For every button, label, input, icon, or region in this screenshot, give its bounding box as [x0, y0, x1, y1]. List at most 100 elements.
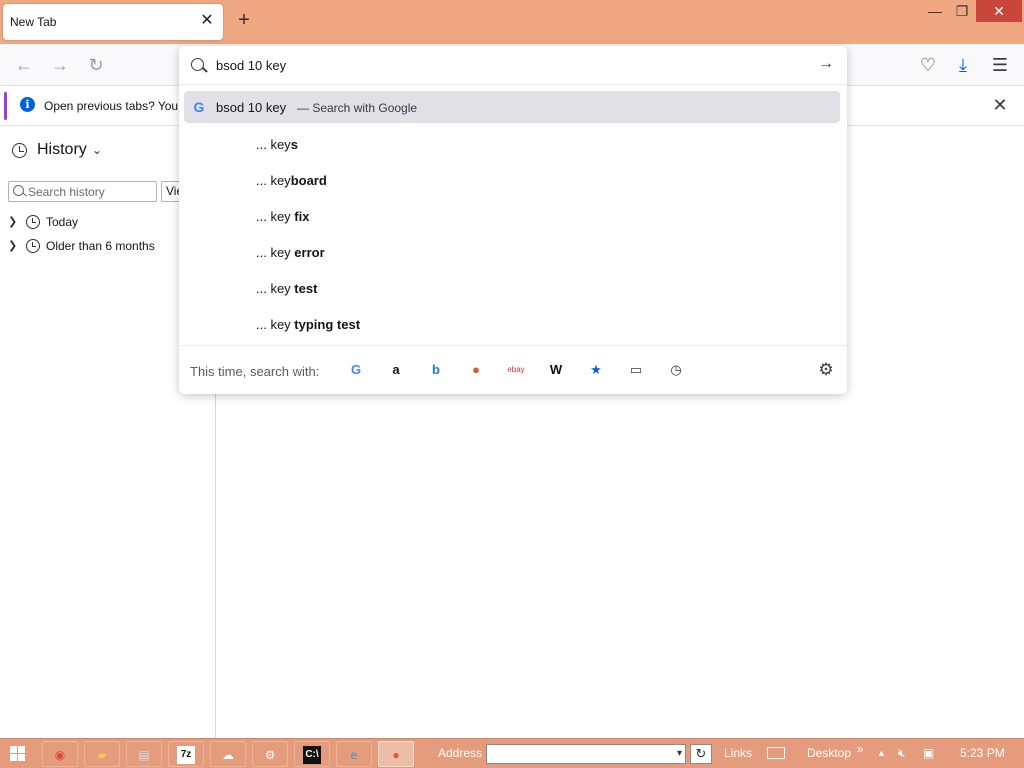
one-off-search-label: This time, search with: — [190, 364, 320, 379]
onedrive-taskbar-icon: ☁ — [222, 747, 234, 762]
history-group-label: Today — [46, 215, 79, 229]
result-action: — Search with Google — [297, 101, 418, 115]
address-toolbar-label: Address — [438, 746, 483, 760]
notification-text: Open previous tabs? You — [44, 99, 179, 113]
expand-arrow-icon[interactable]: ❯ — [8, 239, 17, 252]
ie-taskbar-icon: e — [350, 747, 358, 762]
suggestion-prefix: ... key — [256, 317, 295, 332]
clock-time[interactable]: 5:23 PM — [960, 746, 1005, 760]
reload-icon[interactable]: ↻ — [86, 55, 106, 75]
google-icon[interactable]: G — [345, 360, 367, 380]
menu-icon[interactable]: ☰ — [990, 55, 1010, 75]
firefox-taskbar-button[interactable]: ● — [378, 741, 414, 767]
suggestion-row[interactable]: ... key typing test — [256, 317, 360, 335]
notification-accent — [4, 92, 7, 120]
links-toolbar-label[interactable]: Links — [724, 746, 752, 760]
bookmarks-star-icon[interactable]: ★ — [585, 360, 607, 380]
tabs-icon[interactable]: ▭ — [625, 360, 647, 380]
ebay-icon[interactable]: ebay — [505, 360, 527, 380]
history-group-label: Older than 6 months — [46, 239, 155, 253]
search-icon — [13, 185, 24, 196]
file-explorer-taskbar-icon: ▰ — [97, 747, 107, 762]
suggestion-prefix: ... key — [256, 281, 295, 296]
notepad-taskbar-button[interactable]: ▤ — [126, 741, 162, 767]
history-search-box[interactable] — [8, 181, 157, 202]
divider — [179, 84, 847, 85]
back-icon[interactable]: ← — [14, 55, 34, 75]
settings-taskbar-button[interactable]: ⚙ — [252, 741, 288, 767]
go-arrow-icon[interactable]: → — [817, 54, 835, 74]
suggestion-bold: typing test — [294, 317, 361, 332]
suggestion-bold: s — [290, 137, 298, 152]
tray-expand-icon[interactable]: ▲ — [877, 748, 886, 758]
duckduckgo-icon[interactable]: ● — [465, 360, 487, 380]
cmd-taskbar-icon: C:\ — [303, 745, 321, 764]
heuristic-result-row[interactable]: G bsod 10 key — Search with Google — [184, 91, 840, 123]
firefox-taskbar-icon: ● — [392, 747, 400, 762]
minimize-button[interactable]: — — [920, 0, 950, 22]
suggestion-bold: error — [294, 245, 325, 260]
search-icon — [191, 58, 204, 71]
close-window-button[interactable]: ✕ — [976, 0, 1022, 22]
windows-taskbar: ◉ ▰ ▤ 7z ☁ ⚙ C:\ e ● Address ▾ ↻ Links Desktop »… — [0, 738, 1024, 768]
network-icon[interactable]: ▣ — [923, 746, 934, 760]
divider — [179, 345, 847, 346]
urlbar-popup: → G bsod 10 key — Search with Google ...… — [179, 46, 847, 394]
chrome-taskbar-icon: ◉ — [54, 747, 66, 762]
search-settings-gear-icon[interactable]: ⚙ — [816, 360, 836, 380]
start-button[interactable] — [10, 746, 26, 762]
suggestion-prefix: ... key — [256, 245, 295, 260]
result-query: bsod 10 key — [216, 100, 287, 115]
taskbar-address-input[interactable]: ▾ — [486, 744, 686, 764]
chevron-down-icon[interactable]: ⌄ — [92, 143, 102, 157]
suggestion-row[interactable]: ... keys — [256, 137, 298, 155]
history-clock-icon[interactable]: ◷ — [665, 360, 687, 380]
suggestion-row[interactable]: ... keyboard — [256, 173, 327, 191]
cmd-taskbar-button[interactable]: C:\ — [294, 741, 330, 767]
7zip-taskbar-icon: 7z — [177, 745, 195, 764]
suggestion-prefix: ... key — [256, 209, 295, 224]
close-tab-icon[interactable]: ✕ — [199, 13, 215, 29]
suggestion-row[interactable]: ... key test — [256, 281, 317, 299]
history-search-input[interactable] — [28, 184, 154, 199]
suggestion-bold: test — [294, 281, 318, 296]
notepad-taskbar-icon: ▤ — [138, 747, 150, 762]
onedrive-taskbar-button[interactable]: ☁ — [210, 741, 246, 767]
expand-arrow-icon[interactable]: ❯ — [8, 215, 17, 228]
taskbar-refresh-icon[interactable]: ↻ — [690, 744, 712, 764]
volume-muted-icon[interactable]: 🔇︎ — [898, 746, 906, 761]
toolbar-overflow-icon[interactable]: » — [857, 742, 864, 756]
keyboard-icon[interactable] — [767, 747, 785, 759]
downloads-icon[interactable]: ⤓ — [953, 55, 973, 75]
ie-taskbar-button[interactable]: e — [336, 741, 372, 767]
suggestion-row[interactable]: ... key fix — [256, 209, 309, 227]
info-icon: i — [20, 97, 35, 112]
suggestion-row[interactable]: ... key error — [256, 245, 325, 263]
suggestion-prefix: ... key — [256, 137, 291, 152]
tab-new-tab[interactable]: New Tab ✕ — [3, 4, 223, 40]
file-explorer-taskbar-button[interactable]: ▰ — [84, 741, 120, 767]
suggestion-bold: board — [290, 173, 327, 188]
chrome-taskbar-button[interactable]: ◉ — [42, 741, 78, 767]
sidebar-title: History — [37, 141, 87, 158]
google-icon: G — [193, 99, 205, 115]
bing-icon[interactable]: b — [425, 360, 447, 380]
wikipedia-icon[interactable]: W — [545, 360, 567, 380]
url-input[interactable] — [216, 56, 806, 74]
pocket-icon[interactable]: ♡ — [918, 55, 938, 75]
dropdown-arrow-icon[interactable]: ▾ — [677, 745, 682, 763]
title-bar: New Tab ✕ + — ❐ ✕ — [0, 0, 1024, 44]
amazon-icon[interactable]: a — [385, 360, 407, 380]
settings-taskbar-icon: ⚙ — [264, 747, 276, 762]
desktop-toolbar-label[interactable]: Desktop — [807, 746, 851, 760]
7zip-taskbar-button[interactable]: 7z — [168, 741, 204, 767]
forward-icon[interactable]: → — [50, 55, 70, 75]
suggestion-bold: fix — [294, 209, 310, 224]
history-clock-icon — [12, 143, 27, 158]
tab-title: New Tab — [10, 15, 57, 29]
suggestion-prefix: ... key — [256, 173, 291, 188]
restore-button[interactable]: ❐ — [947, 0, 977, 22]
clock-icon — [26, 239, 40, 253]
close-notification-icon[interactable]: ✕ — [990, 95, 1010, 115]
new-tab-button[interactable]: + — [234, 10, 254, 30]
